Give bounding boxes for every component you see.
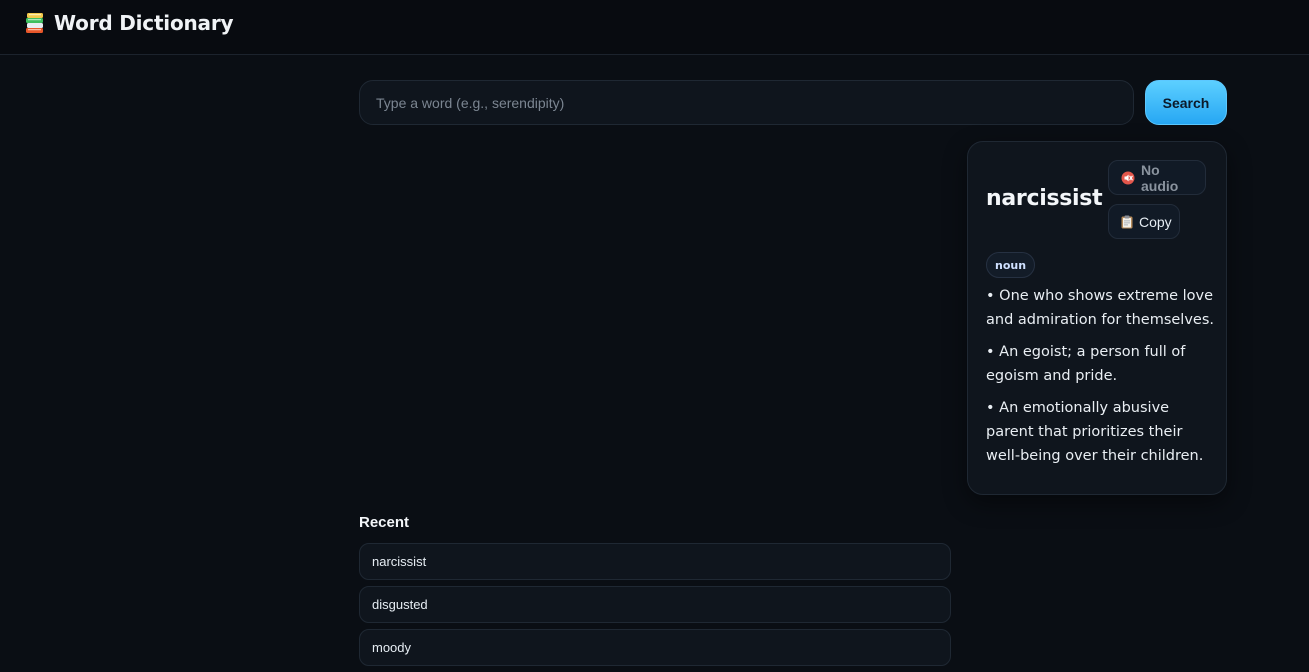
books-icon	[25, 12, 45, 34]
copy-button[interactable]: Copy	[1108, 204, 1180, 239]
recent-item[interactable]: narcissist	[359, 543, 951, 580]
definition-item: • An emotionally abusive parent that pri…	[986, 400, 1204, 464]
word-result-card: narcissist No audio Copy noun • One who …	[967, 141, 1227, 495]
no-audio-label: No audio	[1141, 161, 1179, 194]
recent-item[interactable]: disgusted	[359, 586, 951, 623]
part-of-speech-badge: noun	[986, 252, 1036, 278]
recent-heading: Recent	[359, 514, 410, 531]
search-input[interactable]	[359, 80, 1134, 125]
recent-list: narcissist disgusted moody	[359, 543, 951, 672]
top-bar: Word Dictionary	[0, 0, 1309, 55]
search-button[interactable]: Search	[1145, 80, 1227, 125]
copy-label: Copy	[1139, 213, 1172, 230]
definition-item: • An egoist; a person full of egoism and…	[986, 344, 1186, 384]
no-audio-button[interactable]: No audio	[1108, 160, 1206, 195]
app-title: Word Dictionary	[54, 11, 234, 35]
definition-list: • One who shows extreme love and admirat…	[986, 284, 1214, 476]
clipboard-icon	[1121, 215, 1133, 229]
muted-speaker-icon	[1121, 171, 1135, 185]
recent-item[interactable]: moody	[359, 629, 951, 666]
word-title: narcissist	[986, 186, 1103, 211]
app-brand: Word Dictionary	[25, 11, 234, 35]
definition-item: • One who shows extreme love and admirat…	[986, 288, 1214, 328]
